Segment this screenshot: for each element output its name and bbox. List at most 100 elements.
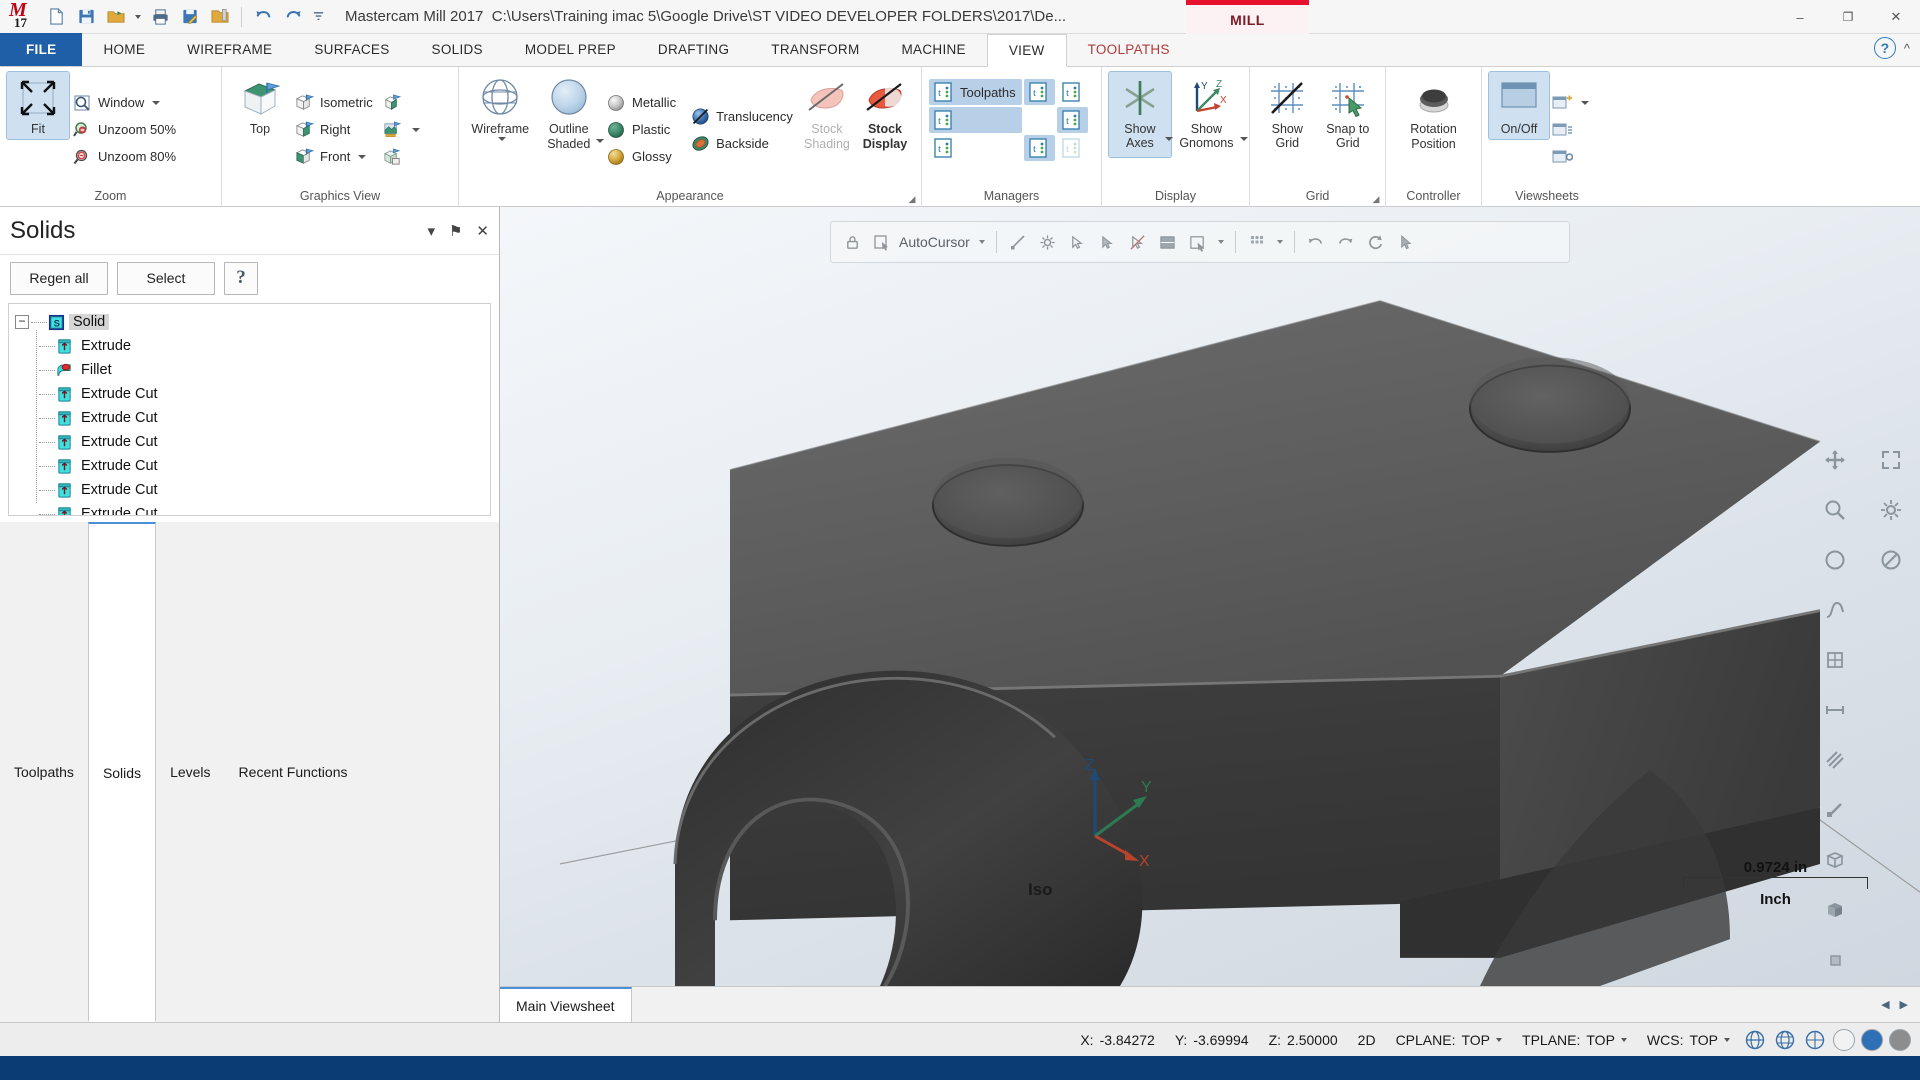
- undo-view-icon[interactable]: [1303, 229, 1329, 255]
- isometric-view-button[interactable]: Isometric: [291, 89, 378, 116]
- pan-icon[interactable]: [1812, 437, 1858, 483]
- tree-node-extrude-cut-2[interactable]: Extrude Cut: [13, 406, 486, 430]
- color-swatch-gray[interactable]: [1889, 1028, 1911, 1051]
- tree-expander-icon[interactable]: −: [15, 315, 29, 329]
- tplane-dropdown-icon[interactable]: [1620, 1037, 1627, 1042]
- tab-transform[interactable]: TRANSFORM: [750, 33, 880, 66]
- rotation-position-button[interactable]: Rotation Position: [1393, 72, 1474, 155]
- show-grid-button[interactable]: Show Grid: [1257, 72, 1318, 153]
- cplane-dropdown-icon[interactable]: [1496, 1037, 1503, 1042]
- open-dropdown-icon[interactable]: [132, 3, 144, 31]
- bottom-tab-levels[interactable]: Levels: [156, 522, 224, 1022]
- measure-icon[interactable]: [1812, 687, 1858, 733]
- select-only-icon[interactable]: [1095, 229, 1121, 255]
- planes-manager-button[interactable]: t: [1057, 79, 1088, 105]
- redo-view-icon[interactable]: [1333, 229, 1359, 255]
- selection-mode-icon[interactable]: [1155, 229, 1181, 255]
- stock-shading-button[interactable]: Stock Shading: [798, 72, 856, 155]
- zoom-window-button[interactable]: Window: [69, 89, 181, 116]
- undo-icon[interactable]: [249, 3, 277, 31]
- show-axes-button[interactable]: Show Axes: [1108, 71, 1174, 158]
- checkbox-manager-button[interactable]: t: [1023, 135, 1055, 161]
- wireframe-display-icon[interactable]: [1742, 1027, 1768, 1053]
- tree-node-solid[interactable]: − S Solid: [13, 310, 486, 334]
- wireframe-dropdown-icon[interactable]: [497, 137, 506, 141]
- new-file-icon[interactable]: [42, 3, 70, 31]
- open-folder-icon[interactable]: [102, 3, 130, 31]
- tab-wireframe[interactable]: WIREFRAME: [166, 33, 293, 66]
- new-viewsheet-dropdown-icon[interactable]: [1581, 100, 1589, 105]
- tree-node-extrude-cut-3[interactable]: Extrude Cut: [13, 430, 486, 454]
- edit-file-icon[interactable]: [176, 3, 204, 31]
- analyze-icon[interactable]: [1185, 229, 1211, 255]
- fit-button[interactable]: Fit: [6, 71, 70, 140]
- status-cplane[interactable]: CPLANE: TOP: [1386, 1032, 1512, 1048]
- tree-node-extrude-cut-4[interactable]: Extrude Cut: [13, 454, 486, 478]
- tab-solids[interactable]: SOLIDS: [411, 33, 504, 66]
- tree-node-extrude-cut-5[interactable]: Extrude Cut: [13, 478, 486, 502]
- endpoint-snap-icon[interactable]: [1005, 229, 1031, 255]
- panel-dropdown-icon[interactable]: ▾: [427, 222, 435, 240]
- toolpaths-manager-button[interactable]: t Toolpaths: [929, 79, 1022, 105]
- tab-home[interactable]: HOME: [82, 33, 166, 66]
- section-view-icon[interactable]: [1812, 637, 1858, 683]
- translucency-button[interactable]: Translucency: [687, 103, 798, 130]
- unzoom-80-button[interactable]: Unzoom 80%: [69, 143, 181, 170]
- refresh-view-icon[interactable]: [1363, 229, 1389, 255]
- right-view-button[interactable]: Right: [291, 116, 378, 143]
- show-gnomons-button[interactable]: Y Z X Show Gnomons: [1171, 72, 1248, 157]
- shade-icon[interactable]: [1812, 787, 1858, 833]
- regen-all-button[interactable]: Regen all: [10, 261, 108, 295]
- tab-surfaces[interactable]: SURFACES: [293, 33, 410, 66]
- no-entry-icon[interactable]: [1868, 537, 1914, 583]
- bottom-tab-recent-functions[interactable]: Recent Functions: [225, 522, 362, 1022]
- print-icon[interactable]: [146, 3, 174, 31]
- help-icon[interactable]: ?: [1873, 37, 1896, 59]
- tab-model-prep[interactable]: MODEL PREP: [504, 33, 637, 66]
- stock-display-button[interactable]: Stock Display: [856, 72, 914, 155]
- save-icon[interactable]: [72, 3, 100, 31]
- named-views-button[interactable]: [380, 116, 425, 143]
- show-axes-dropdown-icon[interactable]: [1165, 137, 1174, 141]
- status-mode-toggle[interactable]: 2D: [1348, 1032, 1386, 1048]
- shaded-display-icon[interactable]: [1772, 1027, 1798, 1053]
- redo-icon[interactable]: [279, 3, 307, 31]
- lock-icon[interactable]: [839, 229, 865, 255]
- wcs-dropdown-icon[interactable]: [1724, 1037, 1730, 1042]
- tree-node-extrude[interactable]: Extrude: [13, 334, 486, 358]
- customize-qat-icon[interactable]: [309, 3, 327, 31]
- pin-icon[interactable]: ⚑: [449, 222, 462, 240]
- zoom-target-icon[interactable]: [1812, 487, 1858, 533]
- viewsheet-list-button[interactable]: [1549, 116, 1594, 143]
- bottom-tab-solids[interactable]: Solids: [87, 522, 157, 1022]
- help-button[interactable]: ?: [224, 261, 258, 295]
- backside-button[interactable]: Backside: [687, 130, 798, 157]
- snap-to-grid-button[interactable]: Snap to Grid: [1318, 72, 1379, 153]
- metallic-button[interactable]: Metallic: [603, 89, 681, 116]
- viewsheet-tab-main[interactable]: Main Viewsheet: [500, 987, 632, 1022]
- front-view-button[interactable]: Front: [291, 143, 378, 170]
- curve-icon[interactable]: [1812, 587, 1858, 633]
- tree-node-extrude-cut-6[interactable]: Extrude Cut: [13, 502, 486, 515]
- small-box-icon[interactable]: [1812, 937, 1858, 983]
- wireframe-button[interactable]: Wireframe: [466, 72, 535, 144]
- viewsheet-onoff-button[interactable]: On/Off: [1488, 71, 1550, 140]
- unzoom-50-button[interactable]: Unzoom 50%: [69, 116, 181, 143]
- save-view-button[interactable]: [380, 143, 425, 170]
- grid-snap-icon[interactable]: [1244, 229, 1270, 255]
- tab-toolpaths[interactable]: TOOLPATHS: [1067, 33, 1191, 66]
- fit-screen-icon[interactable]: [1868, 437, 1914, 483]
- shaded-wireframe-icon[interactable]: [1802, 1027, 1828, 1053]
- glossy-button[interactable]: Glossy: [603, 143, 681, 170]
- tab-drafting[interactable]: DRAFTING: [637, 33, 750, 66]
- new-viewsheet-button[interactable]: [1549, 89, 1594, 116]
- select-button[interactable]: Select: [117, 261, 215, 295]
- outline-shaded-dropdown-icon[interactable]: [596, 139, 605, 143]
- art-manager-button[interactable]: t: [929, 135, 1022, 161]
- status-wcs[interactable]: WCS: TOP: [1637, 1032, 1740, 1048]
- appearance-dialog-launcher-icon[interactable]: ◢: [907, 194, 917, 204]
- autocursor-dropdown-icon[interactable]: [976, 229, 988, 255]
- pointer-icon[interactable]: [1393, 229, 1419, 255]
- tab-file[interactable]: FILE: [0, 33, 83, 66]
- viewsheet-prev-icon[interactable]: ◀: [1881, 998, 1889, 1011]
